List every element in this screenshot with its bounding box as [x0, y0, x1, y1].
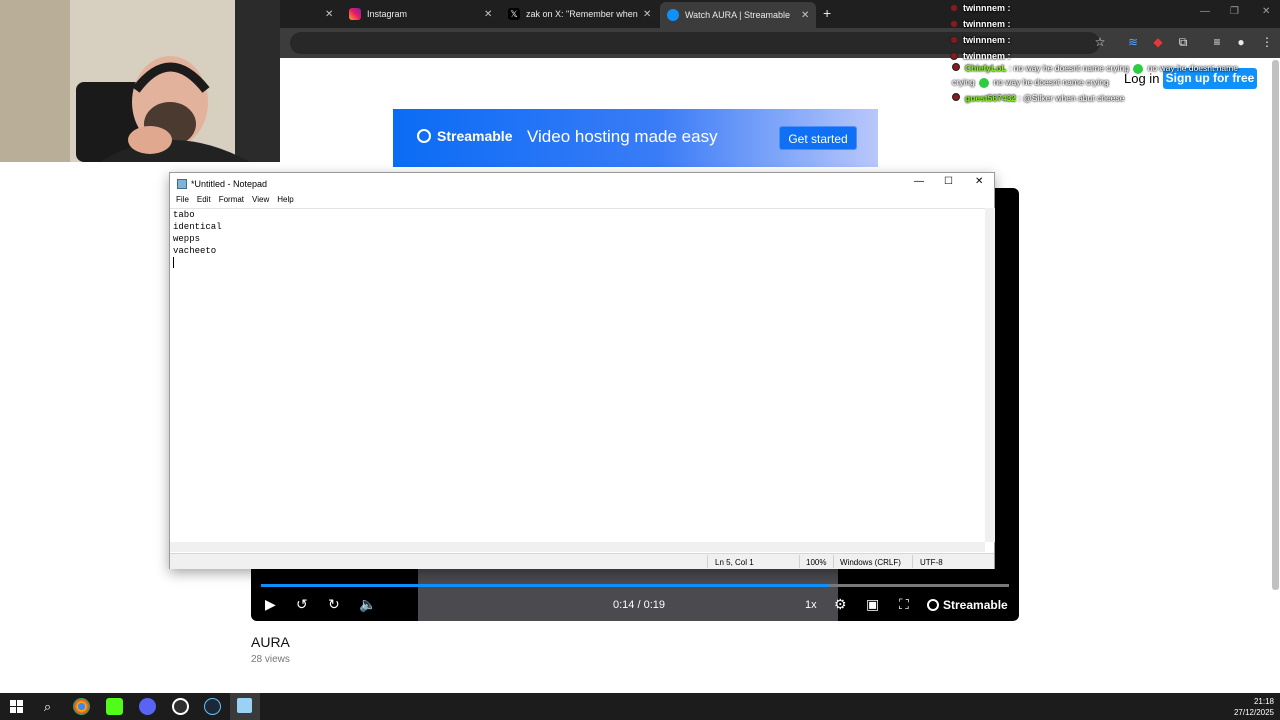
zoom-level: 100% — [806, 558, 827, 567]
new-tab-button[interactable]: + — [823, 5, 831, 21]
steam-icon[interactable] — [204, 698, 221, 715]
maximize-icon[interactable]: ☐ — [944, 176, 953, 187]
banner-tagline: Video hosting made easy — [527, 127, 718, 146]
text-line: wepps — [173, 234, 201, 244]
user-badge-icon — [952, 63, 960, 71]
close-tab-icon[interactable]: ✕ — [484, 9, 492, 20]
menu-edit[interactable]: Edit — [197, 195, 211, 209]
encoding: UTF-8 — [920, 558, 943, 567]
status-divider — [799, 555, 800, 568]
notepad-taskbar-button[interactable] — [230, 693, 260, 720]
instagram-icon — [349, 8, 361, 20]
user-badge-icon — [950, 52, 958, 60]
windows-taskbar: ⌕ 21:18 27/12/2025 — [0, 693, 1280, 720]
system-clock[interactable]: 21:18 27/12/2025 — [1234, 696, 1274, 718]
close-tab-icon[interactable]: ✕ — [801, 10, 809, 21]
obs-icon[interactable] — [172, 698, 189, 715]
chat-line: twinnnem : — [950, 32, 1250, 48]
search-icon[interactable]: ⌕ — [39, 698, 56, 715]
close-window-icon[interactable]: ✕ — [1262, 6, 1270, 17]
notepad-text-area[interactable]: tabo identical wepps vacheeto — [170, 208, 985, 544]
user-badge-icon — [952, 93, 960, 101]
progress-fill — [261, 584, 830, 587]
notepad-status-bar: Ln 5, Col 1 100% Windows (CRLF) UTF-8 — [170, 553, 994, 569]
close-window-icon[interactable]: ✕ — [975, 176, 983, 187]
menu-file[interactable]: File — [176, 195, 189, 209]
text-line: tabo — [173, 210, 195, 220]
play-icon[interactable]: ▶ — [265, 596, 276, 613]
picture-in-picture-icon[interactable]: ▣ — [866, 596, 879, 613]
chat-message: ChiefyLoL : no way he doesnt name crying… — [952, 63, 1238, 74]
user-badge-icon — [950, 4, 958, 12]
view-count: 28 views — [251, 654, 290, 665]
emote-icon — [979, 77, 990, 88]
chat-message: guest567432 : @Silker when abut cheese — [952, 93, 1124, 103]
user-badge-icon — [950, 20, 958, 28]
webcam-person-image — [0, 0, 280, 162]
notepad-menu-bar: File Edit Format View Help — [170, 195, 994, 209]
notepad-title: *Untitled - Notepad — [191, 179, 268, 189]
text-line: vacheeto — [173, 246, 217, 256]
notepad-title-bar[interactable]: *Untitled - Notepad — ☐ ✕ — [170, 173, 994, 195]
volume-icon[interactable]: 🔈 — [359, 596, 376, 613]
webcam-overlay — [0, 0, 280, 162]
video-title: AURA — [251, 634, 290, 650]
tab-streamable[interactable]: Watch AURA | Streamable ✕ — [660, 2, 816, 28]
chrome-icon[interactable] — [73, 698, 90, 715]
menu-view[interactable]: View — [252, 195, 269, 209]
page-scrollbar[interactable] — [1272, 60, 1279, 590]
settings-gear-icon[interactable]: ⚙ — [834, 596, 847, 613]
chat-line: twinnnem : — [950, 16, 1250, 32]
rewind-icon[interactable]: ↺ — [296, 596, 308, 613]
streamable-logo-icon — [417, 129, 431, 143]
player-brand[interactable]: Streamable — [927, 598, 1008, 612]
notepad-icon — [177, 179, 187, 189]
tab-x[interactable]: 𝕏 zak on X: "Remember when xQ ✕ — [508, 4, 653, 24]
minimize-icon[interactable]: — — [914, 176, 924, 187]
close-tab-icon[interactable]: ✕ — [325, 9, 333, 20]
status-divider — [707, 555, 708, 568]
tab-instagram[interactable]: Instagram ✕ — [349, 4, 499, 24]
windows-start-icon[interactable] — [8, 698, 25, 715]
stream-chat-overlay: twinnnem : twinnnem : twinnnem : twinnne… — [950, 0, 1250, 64]
horizontal-scrollbar[interactable] — [170, 542, 985, 552]
notepad-window: *Untitled - Notepad — ☐ ✕ File Edit Form… — [169, 172, 995, 569]
line-ending: Windows (CRLF) — [840, 558, 901, 567]
playback-time: 0:14 / 0:19 — [613, 599, 665, 611]
notepad-icon — [237, 698, 252, 713]
chat-message: crying no way he doesnt name crying — [952, 77, 1109, 88]
video-frame — [418, 568, 838, 621]
banner-logo: Streamable — [417, 128, 512, 144]
streamable-logo-icon — [927, 599, 939, 611]
menu-help[interactable]: Help — [277, 195, 293, 209]
text-line: identical — [173, 222, 222, 232]
progress-bar[interactable] — [261, 584, 1009, 587]
emote-icon — [1133, 63, 1144, 74]
forward-icon[interactable]: ↻ — [328, 596, 340, 613]
menu-format[interactable]: Format — [219, 195, 244, 209]
vertical-scrollbar[interactable] — [985, 208, 995, 542]
x-logo-icon: 𝕏 — [508, 8, 520, 20]
get-started-button[interactable]: Get started — [779, 126, 857, 150]
speed-button[interactable]: 1x — [805, 599, 817, 611]
kick-icon[interactable] — [106, 698, 123, 715]
user-badge-icon — [950, 36, 958, 44]
close-tab-icon[interactable]: ✕ — [643, 9, 651, 20]
status-divider — [912, 555, 913, 568]
status-divider — [833, 555, 834, 568]
tab-0[interactable]: ✕ — [285, 4, 340, 24]
chat-line: twinnnem : — [950, 48, 1250, 64]
fullscreen-icon[interactable]: ⛶ — [899, 596, 909, 613]
discord-icon[interactable] — [139, 698, 156, 715]
cursor-position: Ln 5, Col 1 — [715, 558, 754, 567]
promo-banner: Streamable Video hosting made easy Get s… — [393, 109, 878, 167]
streamable-icon — [667, 9, 679, 21]
chat-line: twinnnem : — [950, 0, 1250, 16]
text-caret — [173, 257, 174, 268]
menu-kebab-icon[interactable]: ⋮ — [1260, 35, 1274, 49]
